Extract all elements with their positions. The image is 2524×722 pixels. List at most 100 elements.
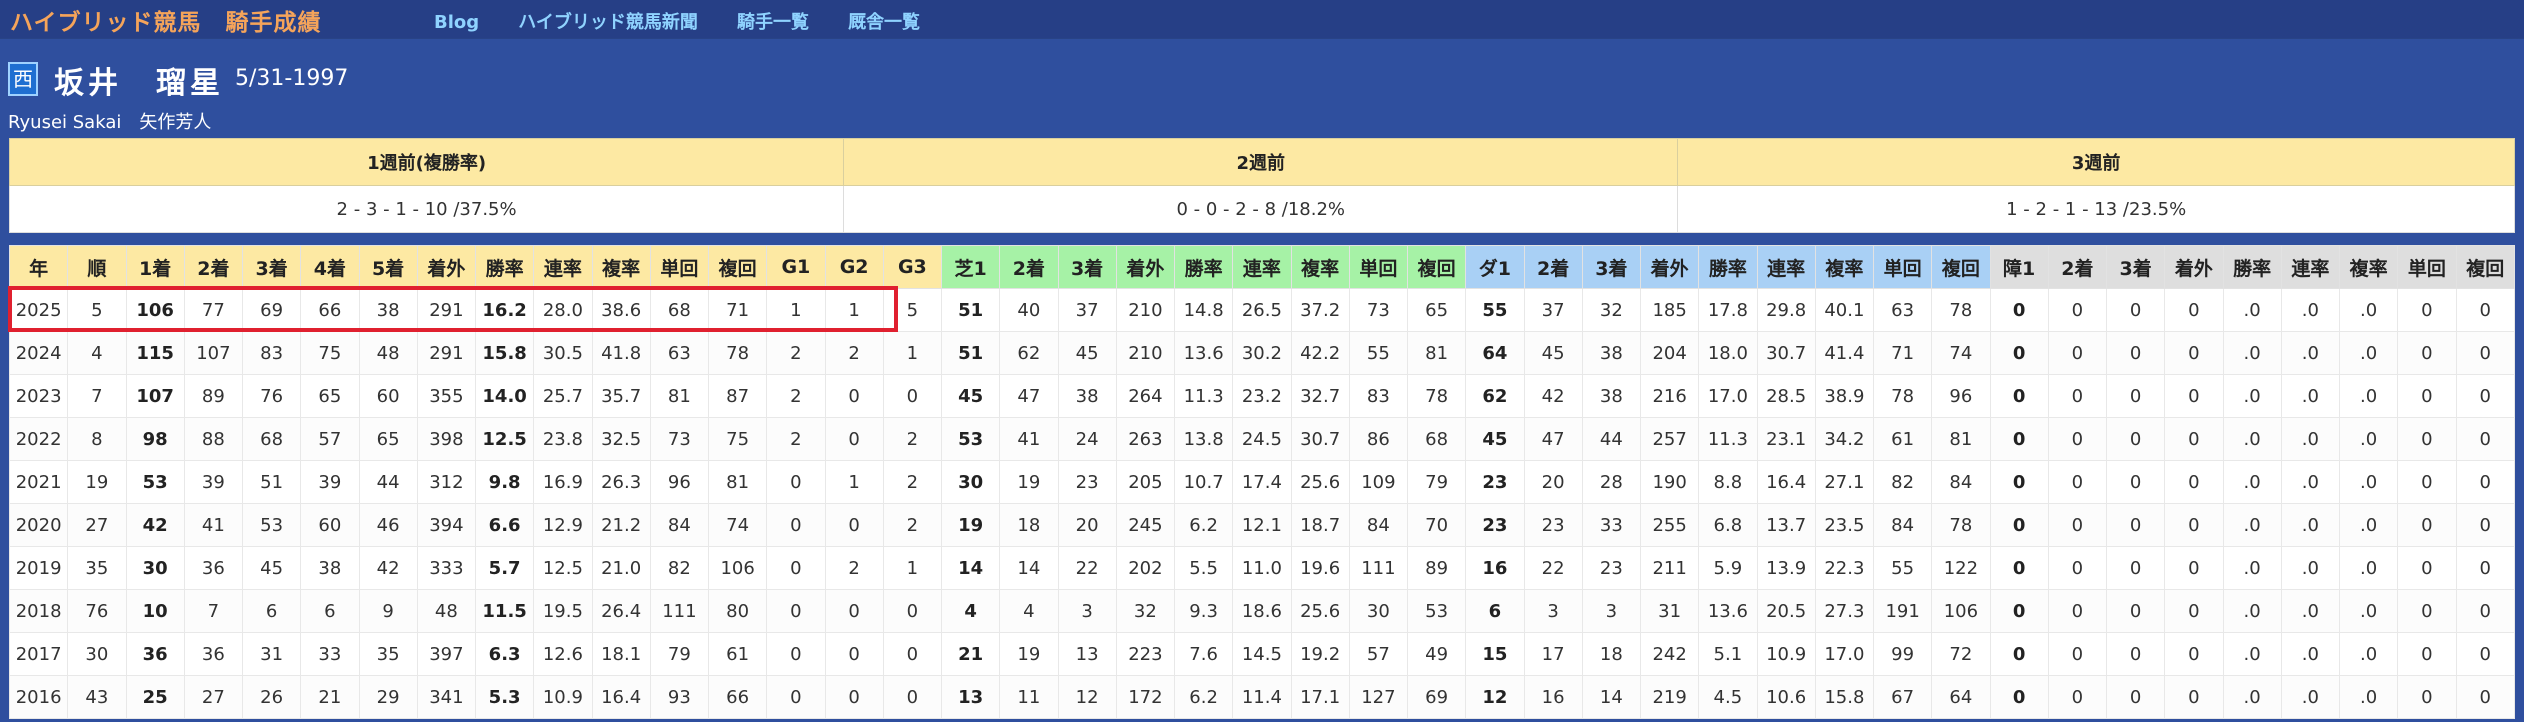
table-cell: 38 <box>358 288 418 332</box>
table-cell: 45 <box>940 374 1001 418</box>
table-cell: 30.7 <box>1290 417 1350 461</box>
table-cell: 4 <box>940 589 1001 633</box>
table-cell: 23.5 <box>1814 503 1875 547</box>
table-cell: 17.0 <box>1814 632 1875 676</box>
table-cell: 63 <box>1872 288 1933 332</box>
table-cell: 5.9 <box>1698 546 1758 590</box>
table-cell: 291 <box>416 331 477 375</box>
table-cell: 27 <box>67 503 127 547</box>
stats-header-cell: G3 <box>882 245 943 289</box>
jockey-name-en: Ryusei Sakai <box>8 112 122 133</box>
table-cell: 0 <box>1989 546 2049 590</box>
table-cell: 0 <box>2105 374 2166 418</box>
table-cell: 76 <box>241 374 302 418</box>
table-row[interactable]: 2018 76 10 7 6 6 9 48 11.5 19.5 26.4 111 80 0 0 0 4 4 3 32 9… <box>8 589 2515 633</box>
table-cell: 0 <box>2164 675 2224 719</box>
stats-header-cell: 勝率 <box>474 245 535 289</box>
table-cell: 14 <box>1581 675 1642 719</box>
table-cell: 23.8 <box>533 417 593 461</box>
table-row[interactable]: 2019 35 30 36 45 38 42 333 5.7 12.5 21.0 82 106 0 2 1 14… <box>8 546 2515 590</box>
table-cell: 106 <box>707 546 768 590</box>
table-cell: 66 <box>707 675 768 719</box>
table-cell: 2022 <box>8 417 69 461</box>
table-cell: 31 <box>1639 589 1700 633</box>
table-cell: 78 <box>1931 503 1991 547</box>
recent-header-1w: 1週前(複勝率) <box>8 138 845 186</box>
table-cell: 8 <box>67 417 127 461</box>
table-row[interactable]: 2021 19 53 39 51 39 44 312 9.8 16.9 26.3 96 81 0 1 2 30 1… <box>8 460 2515 504</box>
table-row[interactable]: 2017 30 36 36 31 33 35 397 6.3 12.6 18.1 79 61 0 0 0 21 1… <box>8 632 2515 676</box>
table-cell: .0 <box>2280 503 2341 547</box>
table-cell: 2016 <box>8 675 69 719</box>
table-cell: 0 <box>824 374 884 418</box>
table-cell: 12.9 <box>533 503 593 547</box>
stats-header-cell: 複率 <box>1814 245 1875 289</box>
table-cell: 78 <box>707 331 768 375</box>
table-cell: 0 <box>2105 546 2166 590</box>
table-cell: 34.2 <box>1814 417 1875 461</box>
table-cell: 36 <box>183 546 244 590</box>
table-row[interactable]: 2022 8 98 88 68 57 65 398 12.5 23.8 32.5 73 75 2 0 2 53 4… <box>8 417 2515 461</box>
table-cell: 28.5 <box>1756 374 1816 418</box>
table-cell: 10.9 <box>533 675 593 719</box>
stats-header-cell: 着外 <box>1639 245 1700 289</box>
nav-link-jockey-list[interactable]: 騎手一覧 <box>737 12 809 33</box>
table-cell: 19.6 <box>1290 546 1350 590</box>
table-cell: 18.0 <box>1698 331 1758 375</box>
site-brand[interactable]: ハイブリッド競馬 騎手成績 <box>10 3 322 37</box>
table-cell: 42.2 <box>1290 331 1350 375</box>
table-cell: 16.9 <box>533 460 593 504</box>
table-cell: 40 <box>999 288 1059 332</box>
nav-link-newspaper[interactable]: ハイブリッド競馬新聞 <box>518 12 698 33</box>
stats-header-cell: 単回 <box>1872 245 1933 289</box>
table-cell: 13 <box>1057 632 1117 676</box>
brand-section[interactable]: 騎手成績 <box>226 10 322 36</box>
table-cell: .0 <box>2222 546 2282 590</box>
table-cell: 13 <box>940 675 1001 719</box>
table-cell: 0 <box>882 675 943 719</box>
table-cell: 21.0 <box>591 546 651 590</box>
table-cell: 0 <box>2455 589 2515 633</box>
brand-name[interactable]: ハイブリッド競馬 <box>10 10 202 36</box>
table-cell: 35.7 <box>591 374 651 418</box>
table-cell: 74 <box>707 503 768 547</box>
table-cell: 11.3 <box>1173 374 1234 418</box>
table-cell: 18.6 <box>1232 589 1292 633</box>
table-cell: 42 <box>1523 374 1583 418</box>
table-row[interactable]: 2016 43 25 27 26 21 29 341 5.3 10.9 16.4 93 66 0 0 0 13 1… <box>8 675 2515 719</box>
table-cell: 30.2 <box>1232 331 1292 375</box>
recent-value-row: 2 - 3 - 1 - 10 /37.5% 0 - 0 - 2 - 8 /18.… <box>8 185 2515 233</box>
table-cell: 0 <box>2047 675 2108 719</box>
table-row[interactable]: 2025 5 106 77 69 66 38 291 16.2 28.0 38.6 68 71 1 1 5 51… <box>8 288 2515 332</box>
table-cell: 23.2 <box>1232 374 1292 418</box>
table-cell: 0 <box>882 632 943 676</box>
nav-link-blog[interactable]: Blog <box>434 12 479 33</box>
table-cell: 19.5 <box>533 589 593 633</box>
table-cell: 0 <box>1989 460 2049 504</box>
table-row[interactable]: 2020 27 42 41 53 60 46 394 6.6 12.9 21.2 84 74 0 0 2 19 1… <box>8 503 2515 547</box>
table-cell: 7 <box>67 374 127 418</box>
table-cell: 46 <box>358 503 418 547</box>
table-cell: 83 <box>1348 374 1409 418</box>
table-cell: .0 <box>2280 331 2341 375</box>
table-cell: 9.3 <box>1173 589 1234 633</box>
table-cell: 0 <box>2047 460 2108 504</box>
table-cell: 263 <box>1115 417 1176 461</box>
table-cell: 7 <box>183 589 244 633</box>
table-cell: 84 <box>1348 503 1409 547</box>
table-cell: 18.1 <box>591 632 651 676</box>
table-cell: 61 <box>707 632 768 676</box>
table-cell: 33 <box>300 632 360 676</box>
table-cell: 35 <box>67 546 127 590</box>
table-cell: 41.8 <box>591 331 651 375</box>
table-cell: .0 <box>2338 675 2399 719</box>
nav-link-stable-list[interactable]: 厩舎一覧 <box>848 12 920 33</box>
table-row[interactable]: 2023 7 107 89 76 65 60 355 14.0 25.7 35.7 81 87 2 0 0 45… <box>8 374 2515 418</box>
table-cell: 55 <box>1465 288 1525 332</box>
table-cell: .0 <box>2338 589 2399 633</box>
table-cell: 0 <box>1989 374 2049 418</box>
table-cell: 0 <box>2047 632 2108 676</box>
table-row[interactable]: 2024 4 115 107 83 75 48 291 15.8 30.5 41.8 63 78 2 2 1 5… <box>8 331 2515 375</box>
table-cell: 0 <box>2455 374 2515 418</box>
table-cell: 30 <box>125 546 185 590</box>
